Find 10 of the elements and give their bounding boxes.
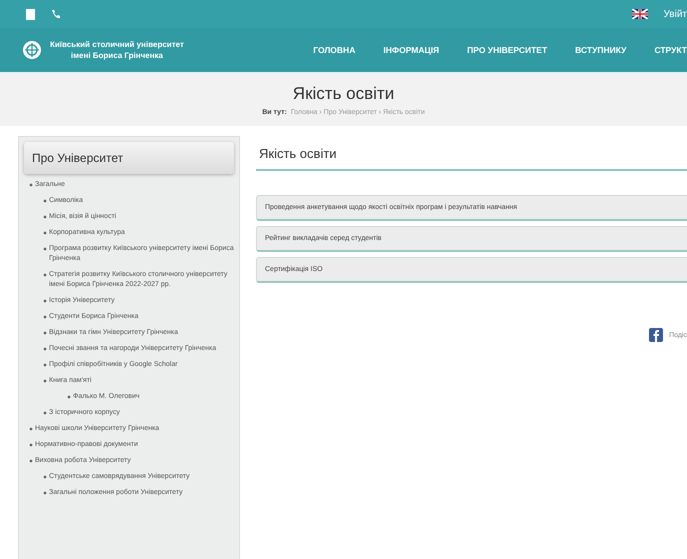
facebook-icon[interactable] <box>649 328 664 342</box>
logo-subtitle: імені Бориса Грінченка <box>70 50 163 61</box>
document-icon[interactable] <box>26 8 35 20</box>
flag-icon[interactable] <box>632 9 648 19</box>
section-title: Якість освіти <box>256 146 687 171</box>
logo-title: Київський столичний університет <box>50 39 184 50</box>
emblem-icon[interactable] <box>22 40 42 60</box>
phone-icon[interactable] <box>51 9 60 19</box>
sidebar-header: Про Університет <box>24 142 234 174</box>
page-title: Якість освіти <box>292 84 394 104</box>
